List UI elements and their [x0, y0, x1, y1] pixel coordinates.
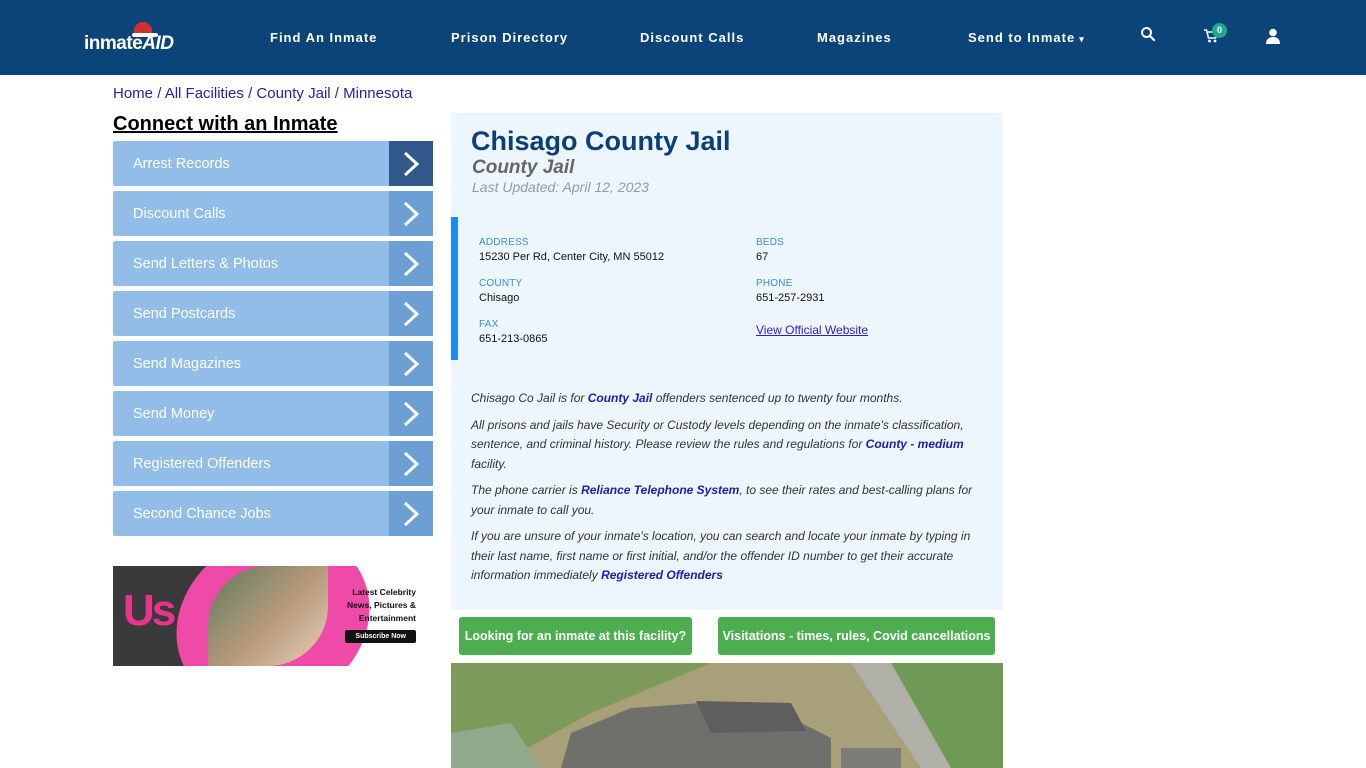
phone-value: 651-257-2931 [756, 292, 825, 304]
sidebar-item-discount-calls[interactable]: Discount Calls [113, 191, 433, 236]
find-inmate-at-facility-button[interactable]: Looking for an inmate at this facility? [459, 617, 692, 655]
phone-field: PHONE 651-257-2931 [756, 278, 825, 304]
facility-panel: Chisago County Jail County Jail Last Upd… [451, 113, 1003, 610]
nav-magazines[interactable]: Magazines [817, 30, 892, 45]
registered-offenders-link[interactable]: Registered Offenders [601, 568, 723, 582]
facility-aerial-photo [451, 663, 1003, 768]
chevron-right-icon [389, 391, 433, 436]
county-value: Chisago [479, 292, 520, 304]
desc-paragraph: Chisago Co Jail is for County Jail offen… [471, 391, 903, 405]
nav-send-to-inmate-label: Send to Inmate [968, 30, 1076, 45]
sidebar-item-label: Send Magazines [133, 355, 242, 372]
facility-title: Chisago County Jail [471, 126, 731, 156]
top-navbar: inmateAID Find An Inmate Prison Director… [0, 0, 1366, 75]
website-field: View Official Website [756, 321, 868, 339]
sidebar-menu: Arrest Records Discount Calls Send Lette… [113, 141, 433, 541]
breadcrumb-separator: / [248, 85, 253, 102]
chevron-right-icon [389, 141, 433, 186]
visitations-button[interactable]: Visitations - times, rules, Covid cancel… [718, 617, 995, 655]
address-field: ADDRESS 15230 Per Rd, Center City, MN 55… [479, 237, 664, 263]
caret-down-icon: ▾ [1079, 34, 1085, 44]
sidebar-item-label: Registered Offenders [133, 455, 271, 472]
nav-send-to-inmate[interactable]: Send to Inmate ▾ [968, 30, 1085, 45]
sidebar-item-send-money[interactable]: Send Money [113, 391, 433, 436]
facility-type: County Jail [472, 157, 575, 178]
us-weekly-ad-banner[interactable]: Us Latest Celebrity News, Pictures & Ent… [113, 566, 433, 666]
user-icon[interactable] [1266, 28, 1288, 50]
desc-paragraph: If you are unsure of your inmate's locat… [471, 529, 971, 582]
sidebar-item-send-postcards[interactable]: Send Postcards [113, 291, 433, 336]
sidebar-item-arrest-records[interactable]: Arrest Records [113, 141, 433, 186]
county-jail-link[interactable]: County Jail [588, 391, 653, 405]
beds-value: 67 [756, 251, 769, 263]
nav-find-an-inmate[interactable]: Find An Inmate [270, 30, 377, 45]
chevron-right-icon [389, 291, 433, 336]
ad-subscribe-button[interactable]: Subscribe Now [345, 630, 416, 643]
sidebar-item-label: Send Postcards [133, 305, 236, 322]
chevron-right-icon [389, 441, 433, 486]
last-updated: Last Updated: April 12, 2023 [472, 179, 649, 195]
beds-field: BEDS 67 [756, 237, 784, 263]
breadcrumb-minnesota[interactable]: Minnesota [343, 85, 412, 102]
breadcrumb-all-facilities[interactable]: All Facilities [165, 85, 244, 102]
inmateaid-logo[interactable]: inmateAID [84, 22, 184, 62]
chevron-right-icon [389, 341, 433, 386]
sidebar-item-send-letters-photos[interactable]: Send Letters & Photos [113, 241, 433, 286]
sidebar-item-send-magazines[interactable]: Send Magazines [113, 341, 433, 386]
breadcrumb: Home / All Facilities / County Jail / Mi… [113, 85, 412, 102]
sidebar-item-label: Second Chance Jobs [133, 505, 271, 522]
sidebar-item-registered-offenders[interactable]: Registered Offenders [113, 441, 433, 486]
search-icon[interactable] [1140, 26, 1162, 48]
breadcrumb-county-jail[interactable]: County Jail [256, 85, 330, 102]
fax-value: 651-213-0865 [479, 333, 548, 345]
fax-label: FAX [479, 319, 499, 330]
chevron-right-icon [389, 491, 433, 536]
nav-discount-calls[interactable]: Discount Calls [640, 30, 744, 45]
connect-with-inmate-heading: Connect with an Inmate [113, 113, 338, 135]
phone-label: PHONE [756, 278, 793, 289]
facility-info-block: ADDRESS 15230 Per Rd, Center City, MN 55… [451, 217, 1003, 360]
address-value: 15230 Per Rd, Center City, MN 55012 [479, 251, 665, 263]
nav-prison-directory[interactable]: Prison Directory [451, 30, 568, 45]
sidebar-item-label: Discount Calls [133, 205, 226, 222]
logo-text: inmateAID [84, 33, 174, 54]
sidebar-item-label: Send Letters & Photos [133, 255, 279, 272]
breadcrumb-separator: / [157, 85, 162, 102]
county-medium-link[interactable]: County - medium [866, 437, 964, 451]
sidebar-item-second-chance-jobs[interactable]: Second Chance Jobs [113, 491, 433, 536]
desc-paragraph: All prisons and jails have Security or C… [471, 417, 964, 471]
address-label: ADDRESS [479, 237, 529, 248]
county-field: COUNTY Chisago [479, 278, 522, 304]
reliance-telephone-link[interactable]: Reliance Telephone System [581, 483, 739, 497]
desc-paragraph: The phone carrier is Reliance Telephone … [471, 483, 973, 517]
cart-count-badge: 0 [1212, 23, 1227, 38]
chevron-right-icon [389, 241, 433, 286]
sidebar-item-label: Arrest Records [133, 155, 230, 172]
ad-brand-logo: Us [123, 586, 176, 635]
beds-label: BEDS [756, 237, 785, 248]
chevron-right-icon [389, 191, 433, 236]
ad-tagline: Latest Celebrity News, Pictures & Entert… [347, 587, 416, 623]
county-label: COUNTY [479, 278, 523, 289]
breadcrumb-home[interactable]: Home [113, 85, 153, 102]
breadcrumb-separator: / [334, 85, 339, 102]
view-official-website-link[interactable]: View Official Website [756, 323, 868, 337]
facility-description: Chisago Co Jail is for County Jail offen… [471, 389, 981, 593]
sidebar-item-label: Send Money [133, 405, 215, 422]
fax-field: FAX 651-213-0865 [479, 319, 548, 345]
